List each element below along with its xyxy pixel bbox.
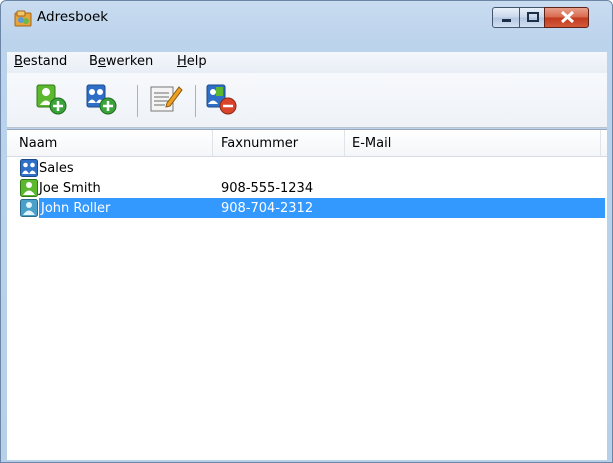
contact-name: John Roller	[41, 201, 111, 216]
close-button[interactable]	[544, 7, 589, 28]
contact-icon	[20, 179, 38, 197]
contact-list[interactable]: Naam Faxnummer E-Mail Sales Joe Smith 90…	[7, 129, 607, 460]
column-header-faxnummer[interactable]: Faxnummer	[221, 136, 298, 151]
column-header-naam[interactable]: Naam	[19, 136, 57, 151]
title-bar[interactable]: Adresboek	[1, 1, 612, 45]
window-title: Adresboek	[37, 9, 109, 25]
contact-name: Joe Smith	[39, 181, 101, 196]
column-divider	[212, 130, 213, 156]
contact-fax: 908-704-2312	[221, 201, 314, 216]
add-contact-icon	[36, 84, 67, 115]
address-book-app-icon	[13, 10, 35, 28]
column-header-email[interactable]: E-Mail	[352, 136, 391, 151]
list-item[interactable]: Joe Smith 908-555-1234	[7, 178, 607, 198]
edit-icon	[150, 86, 183, 112]
toolbar	[7, 73, 607, 128]
maximize-button[interactable]	[519, 7, 545, 28]
menu-bewerken[interactable]: Bewerken	[89, 54, 153, 69]
list-item-selected[interactable]: John Roller 908-704-2312	[7, 198, 607, 218]
toolbar-separator	[195, 85, 196, 117]
edit-button[interactable]	[145, 79, 185, 119]
contact-name: Sales	[39, 161, 74, 176]
list-item[interactable]: Sales	[7, 158, 607, 178]
contact-fax: 908-555-1234	[221, 181, 314, 196]
delete-icon	[206, 84, 237, 115]
menu-bestand[interactable]: Bestand	[14, 54, 67, 69]
contact-icon	[20, 199, 38, 217]
column-divider	[600, 130, 601, 156]
minimize-button[interactable]	[492, 7, 520, 28]
add-group-button[interactable]	[83, 79, 123, 119]
address-book-window: Adresboek Bestand Bewerken Help Naam Fax…	[0, 0, 613, 463]
menu-bar: Bestand Bewerken Help	[7, 52, 607, 73]
add-contact-button[interactable]	[33, 79, 73, 119]
delete-button[interactable]	[203, 79, 243, 119]
menu-help[interactable]: Help	[177, 54, 207, 69]
list-header: Naam Faxnummer E-Mail	[7, 130, 607, 157]
toolbar-separator	[137, 85, 138, 117]
group-icon	[20, 159, 38, 177]
column-divider	[344, 130, 345, 156]
selection-highlight	[39, 198, 605, 218]
add-group-icon	[86, 84, 117, 115]
